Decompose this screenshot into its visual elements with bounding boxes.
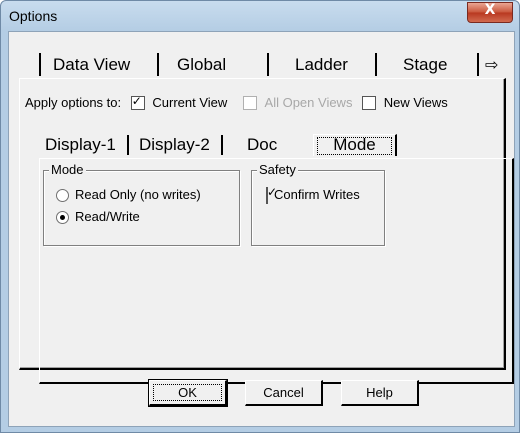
tab-global[interactable]: Global [161,50,271,78]
read-only-label: Read Only (no writes) [75,187,201,202]
help-button[interactable]: Help [341,380,419,406]
read-write-option[interactable]: Read/Write [56,209,140,225]
confirm-writes-label: Confirm Writes [274,187,360,202]
tab-ladder[interactable]: Ladder [271,50,379,78]
close-icon: X [484,2,496,18]
new-views-checkbox[interactable] [362,95,377,110]
tab-global-label: Global [177,55,227,74]
tab-data-view[interactable]: Data View [39,50,161,78]
options-dialog: Options X Data View Global Ladder Stage [0,0,520,433]
all-open-views-checkbox [242,95,257,110]
all-open-views-label: All Open Views [264,95,353,111]
title-bar[interactable]: Options X [1,1,519,31]
apply-options-row: Apply options to: Current View All Open … [25,94,448,111]
confirm-writes-option[interactable]: Confirm Writes [266,187,360,205]
apply-options-label: Apply options to: [25,95,122,111]
tab-display-2-label: Display-2 [139,135,210,154]
mode-groupbox: Mode Read Only (no writes) Read/Write [43,162,240,246]
read-only-radio[interactable] [56,189,69,203]
new-views-label: New Views [383,95,448,111]
tab-display-1[interactable]: Display-1 [45,132,131,158]
tab-display-1-label: Display-1 [45,135,116,154]
ok-button[interactable]: OK [148,379,228,407]
read-write-label: Read/Write [75,209,140,224]
current-view-label: Current View [152,95,228,111]
read-write-radio[interactable] [56,211,69,225]
tab-mode[interactable]: Mode [313,134,397,156]
arrow-right-icon: ⇨ [485,55,499,74]
help-button-label: Help [366,385,393,400]
close-button[interactable]: X [467,2,513,23]
tab-doc-label: Doc [247,135,278,154]
tab-mode-label: Mode [333,135,376,154]
tab-data-view-label: Data View [53,55,131,74]
cancel-button-label: Cancel [263,385,304,400]
tab-ladder-label: Ladder [295,55,348,74]
safety-groupbox: Safety Confirm Writes [251,162,385,246]
tab-scroll-right[interactable]: ⇨ [481,50,505,78]
current-view-checkbox[interactable] [130,94,145,110]
read-only-option[interactable]: Read Only (no writes) [56,187,201,203]
dialog-client-area: Data View Global Ladder Stage ⇨ Apply op… [8,31,515,427]
safety-group-label: Safety [257,162,298,177]
tab-doc[interactable]: Doc [225,132,315,158]
tab-stage[interactable]: Stage [379,50,481,78]
window-title: Options [9,8,58,24]
cancel-button[interactable]: Cancel [245,380,323,406]
tab-display-2[interactable]: Display-2 [133,132,223,158]
confirm-writes-checkbox[interactable] [266,187,268,205]
tab-stage-label: Stage [403,55,448,74]
mode-group-label: Mode [49,162,86,177]
